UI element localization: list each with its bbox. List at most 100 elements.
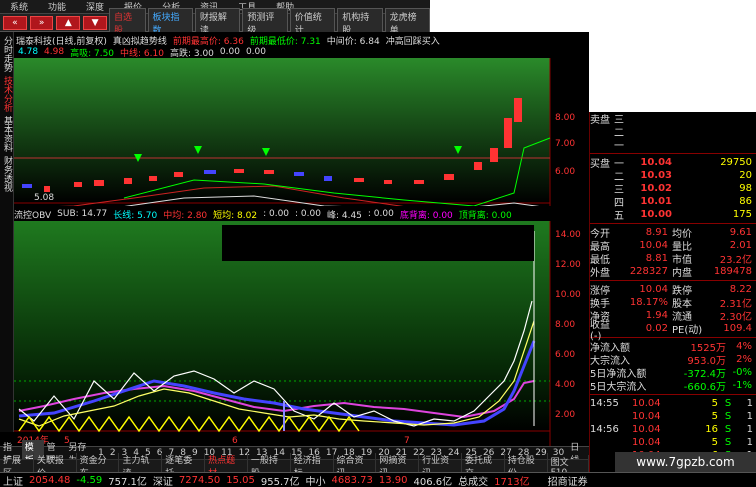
trade-num: 1 [746,398,753,409]
flow-pct: -0% [732,367,752,378]
trade-row-0: 14:55 10.04 5 S 1 [590,397,756,410]
stat-val: 0.02 [645,323,668,334]
menu-item-0[interactable]: 系统 [0,0,38,13]
status-chg-0: -4.59 [76,474,103,486]
status-label-0: 上证 [3,476,23,487]
obv-item-7: : 0.00 [367,209,394,219]
flow-val: -660.6万 [683,382,726,393]
divider [590,153,756,154]
flow-pct: 4% [736,341,752,352]
obv-item-5: : 0.00 [295,209,321,219]
kline-values-row: 4.78 4.98 高吸: 7.50 中线: 6.10 高跌: 3.00 0.0… [18,46,266,59]
trade-side: S [724,437,732,448]
forward-button[interactable]: » [29,15,54,30]
trading-app: 系统功能深度报价分析资讯工具帮助交易未登录 · 瑞泰科技 « » ▲ ▼ 自选股… [0,0,756,487]
status-chg-1: 15.05 [226,474,255,486]
stat-key: 外盘 [590,268,610,279]
quote-panel: 卖盘三二一买盘一 10.04 29750 二 10.03 20 三 10.02 98 四 10.01… [589,112,756,487]
buy-lvl: 五 [614,211,624,222]
down-arrow-button[interactable]: ▼ [83,15,107,30]
status-val-2: 4683.73 [331,474,373,486]
kline-val-4: 中线: 6.10 [120,48,164,59]
kline-val-7: 0.00 [245,47,266,57]
kline-chart: 5.08 8.00 7.00 6.00 [14,58,575,228]
watermark: www.7gpzb.com [615,452,756,472]
trade-row-3: 10.04 5 S 1 [590,436,756,449]
buy-vol: 20 [739,170,752,181]
obv-ytick-6: 4.00 [555,380,575,390]
sell-label: 卖盘 [590,115,610,126]
kline-val-2: 4.98 [44,47,65,57]
status-label-2: 中小 [305,476,326,487]
obv-title: 流控OBV [14,210,52,221]
divider [590,394,756,395]
kline-val-5: 高跌: 3.00 [169,48,214,59]
status-val-0: 2054.48 [29,474,71,486]
sidebar-tab-1[interactable]: 技术分析 [1,76,14,112]
kline-val-3: 高吸: 7.50 [70,48,115,59]
stat-val: 8.91 [645,227,668,238]
stat-val: 1.94 [645,310,668,321]
obv-item-8: 底背离: 0.00 [399,210,453,221]
sidebar-tab-2[interactable]: 基本资料 [1,116,14,152]
stat-val2: 109.4 [723,323,752,334]
up-arrow-button[interactable]: ▲ [56,15,81,30]
kline-low-mark: 5.08 [34,193,54,203]
divider [590,223,756,224]
buy-price: 10.04 [640,157,672,168]
buy-price: 10.00 [640,209,672,220]
stat-val: 10.04 [639,240,668,251]
function-bar: 扩展区关联报价资金分布主力轨迹逐笔委托热点题材一般持股经济指标综合资讯网摘资讯行… [0,453,590,479]
obv-ytick-4: 8.00 [555,320,575,330]
sidebar-tab-0[interactable]: 分时走势 [1,36,14,72]
flow-row-3: 5日大宗流入 -660.6万 -1% [590,379,756,393]
stat-val2: 9.61 [729,227,752,238]
trade-time: 14:56 [590,424,619,435]
kline-panel[interactable]: 瑞泰科技(日线,前复权) 真凶拟趋势线 前期最高价: 6.36 前期最低价: 7… [14,32,589,228]
status-chg-2: 13.90 [378,474,408,486]
stat-val: 8.81 [645,253,668,264]
toolbar: « » ▲ ▼ 自选股 板块指数 财报解读 预测评级 价值统计 机构持股 龙虎榜单 [0,7,431,38]
buy-label: 买盘 [590,159,610,170]
trade-price: 10.04 [632,411,661,422]
stat-row-7: 收益(-) 0.02 PE(动) 109.4 [590,320,756,342]
status-val-3: 1713亿 [494,476,530,487]
stat-val: 10.04 [639,284,668,295]
kline-v3: 中间价: 6.84 [326,36,380,47]
buy-level-4[interactable]: 五 10.00 175 [590,208,756,222]
trade-qty: 5 [711,437,718,448]
status-bar: 上证 2054.48 -4.59 757.1亿 深证 7274.50 15.05 955.7亿… [0,472,756,487]
obv-ytick-3: 10.00 [555,290,581,300]
obv-item-6: 峰: 4.45 [326,210,362,221]
buy-vol: 175 [732,209,752,220]
stat-val2: 8.22 [729,284,752,295]
buy-price: 10.03 [640,170,672,181]
kline-val-1: 4.78 [18,47,39,57]
sidebar-tab-3[interactable]: 财务透视 [1,156,14,192]
trade-qty: 5 [711,398,718,409]
sell-level-2: 一 [590,138,756,152]
stat-val2: 2.01 [729,240,752,251]
left-sidebar: 分时走势技术分析基本资料财务透视 [0,32,14,432]
stat-key2: PE(动) [672,325,703,336]
kline-ytick-1: 8.00 [555,113,575,123]
back-button[interactable]: « [3,15,27,30]
stat-val2: 2.30亿 [719,312,752,323]
buy-vol: 29750 [720,157,752,168]
trade-side: S [724,424,732,435]
obv-item-2: 中均: 2.80 [163,210,208,221]
obv-title-row: 流控OBV SUB: 14.77 长线: 5.70 中均: 2.80 短均: 8.02… [14,208,512,221]
obv-xlabel-4: 7 [404,436,410,446]
redacted-block [222,225,534,261]
obv-xlabel-3: 6 [232,436,238,446]
status-amt-0: 757.1亿 [108,476,147,487]
stat-val2: 23.2亿 [719,255,752,266]
menu-item-1[interactable]: 功能 [38,0,76,13]
status-amt-2: 406.6亿 [413,476,453,487]
flow-pct: 2% [736,354,752,365]
trade-num: 1 [746,437,753,448]
stat-row-3: 外盘 228327 内盘 189478 [590,265,756,279]
obv-ytick-7: 2.00 [555,410,575,420]
stat-val2: 189478 [713,266,752,277]
trade-num: 1 [746,411,753,422]
